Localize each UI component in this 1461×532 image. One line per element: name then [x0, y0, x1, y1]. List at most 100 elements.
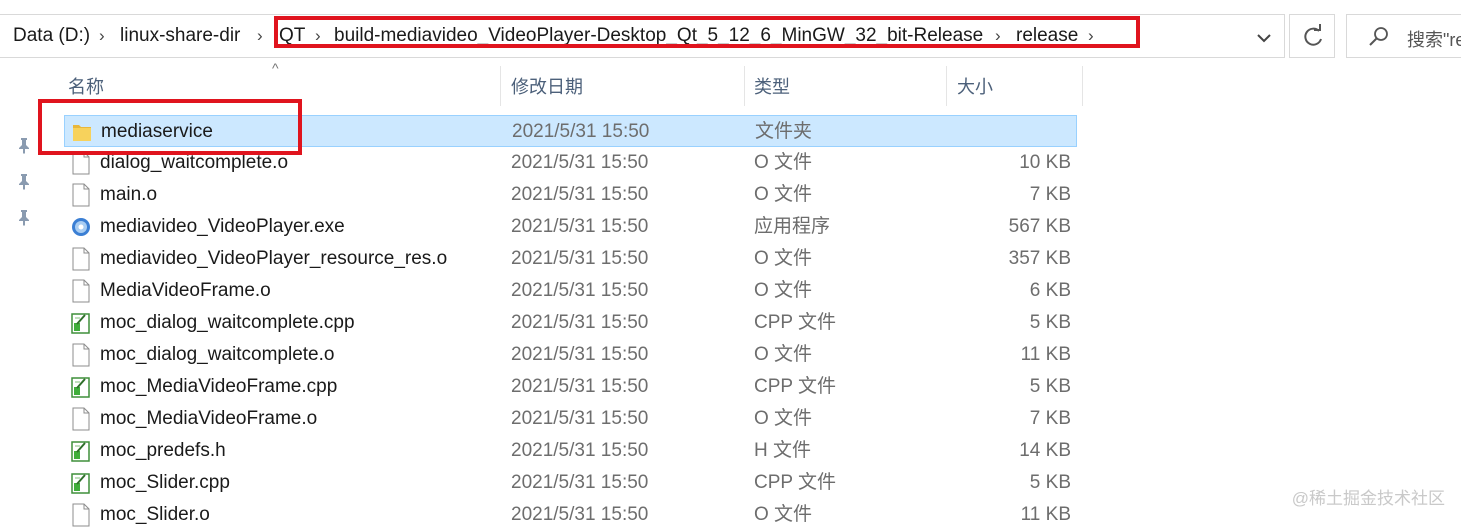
file-row[interactable]: mediaservice 2021/5/31 15:50 文件夹 [64, 115, 1077, 147]
pin-icon[interactable] [15, 208, 33, 226]
file-size: 5 KB [1029, 472, 1071, 493]
file-modified-date: 2021/5/31 15:50 [511, 312, 649, 333]
chevron-right-icon[interactable]: › [315, 24, 321, 48]
file-type: O 文件 [754, 152, 813, 173]
file-name: main.o [100, 184, 158, 205]
file-size: 6 KB [1029, 280, 1071, 301]
file-name: mediavideo_VideoPlayer_resource_res.o [100, 248, 448, 269]
refresh-icon [1304, 24, 1322, 46]
pin-icon[interactable] [15, 136, 33, 154]
file-name: moc_MediaVideoFrame.o [100, 408, 318, 429]
file-row[interactable]: moc_predefs.h 2021/5/31 15:50 H 文件 14 KB [64, 435, 1077, 467]
file-size: 11 KB [1020, 504, 1071, 525]
search-input[interactable]: 搜索"re [1346, 14, 1461, 58]
chevron-down-icon[interactable] [1252, 26, 1276, 50]
search-placeholder: 搜索"re [1407, 30, 1461, 50]
breadcrumb-release[interactable]: release [1016, 24, 1078, 48]
file-name: mediavideo_VideoPlayer.exe [100, 216, 345, 237]
file-type: 应用程序 [754, 216, 831, 237]
exe-icon [71, 215, 91, 239]
file-size: 11 KB [1020, 344, 1071, 365]
column-name[interactable]: 名称 [68, 66, 104, 110]
code-file-icon [71, 311, 91, 335]
file-name: MediaVideoFrame.o [100, 280, 271, 301]
file-icon [71, 407, 91, 431]
file-name: dialog_waitcomplete.o [100, 152, 289, 173]
file-modified-date: 2021/5/31 15:50 [511, 184, 649, 205]
file-icon [71, 151, 91, 175]
file-row[interactable]: moc_MediaVideoFrame.o 2021/5/31 15:50 O 文件… [64, 403, 1077, 435]
file-modified-date: 2021/5/31 15:50 [511, 408, 649, 429]
file-modified-date: 2021/5/31 15:50 [511, 504, 649, 525]
file-row[interactable]: moc_Slider.o 2021/5/31 15:50 O 文件 11 KB [64, 499, 1077, 531]
breadcrumb-drive[interactable]: Data (D:) [13, 24, 90, 48]
file-type: CPP 文件 [754, 472, 837, 493]
file-name: moc_MediaVideoFrame.cpp [100, 376, 338, 397]
code-file-icon [71, 439, 91, 463]
file-size: 7 KB [1029, 184, 1071, 205]
chevron-right-icon[interactable]: › [995, 24, 1001, 48]
file-modified-date: 2021/5/31 15:50 [511, 216, 649, 237]
address-bar[interactable]: Data (D:) › linux-share-dir › QT › build… [0, 14, 1285, 58]
code-file-icon [71, 471, 91, 495]
file-type: 文件夹 [755, 121, 813, 142]
file-row[interactable]: moc_dialog_waitcomplete.o 2021/5/31 15:50… [64, 339, 1077, 371]
sort-up-icon: ^ [272, 60, 279, 76]
file-icon [71, 247, 91, 271]
column-divider[interactable] [500, 66, 501, 106]
chevron-right-icon[interactable]: › [1088, 24, 1094, 48]
file-modified-date: 2021/5/31 15:50 [511, 152, 649, 173]
file-size: 5 KB [1029, 376, 1071, 397]
column-date[interactable]: 修改日期 [511, 66, 583, 110]
pin-icon[interactable] [15, 172, 33, 190]
file-name: moc_Slider.o [100, 504, 210, 525]
column-header: ^ 名称 修改日期 类型 大小 [40, 60, 1083, 110]
file-modified-date: 2021/5/31 15:50 [511, 440, 649, 461]
file-modified-date: 2021/5/31 15:50 [511, 376, 649, 397]
breadcrumb-qt[interactable]: QT [279, 24, 305, 48]
file-type: O 文件 [754, 248, 813, 269]
chevron-right-icon[interactable]: › [99, 24, 105, 48]
breadcrumb-share-dir[interactable]: linux-share-dir [120, 24, 240, 48]
file-row[interactable]: MediaVideoFrame.o 2021/5/31 15:50 O 文件 6 KB [64, 275, 1077, 307]
file-size: 14 KB [1019, 440, 1071, 461]
column-divider[interactable] [946, 66, 947, 106]
chevron-right-icon[interactable]: › [257, 24, 263, 48]
file-icon [71, 279, 91, 303]
file-modified-date: 2021/5/31 15:50 [511, 280, 649, 301]
file-name: moc_Slider.cpp [100, 472, 230, 493]
column-type[interactable]: 类型 [754, 66, 790, 110]
file-size: 10 KB [1019, 152, 1071, 173]
refresh-button[interactable] [1289, 14, 1335, 58]
file-row[interactable]: moc_Slider.cpp 2021/5/31 15:50 CPP 文件 5 KB [64, 467, 1077, 499]
file-modified-date: 2021/5/31 15:50 [512, 121, 650, 142]
file-name: moc_dialog_waitcomplete.o [100, 344, 335, 365]
file-type: O 文件 [754, 408, 813, 429]
file-modified-date: 2021/5/31 15:50 [511, 248, 649, 269]
folder-icon [72, 120, 92, 144]
file-name: moc_dialog_waitcomplete.cpp [100, 312, 355, 333]
file-row[interactable]: moc_dialog_waitcomplete.cpp 2021/5/31 15:… [64, 307, 1077, 339]
toolbar: Data (D:) › linux-share-dir › QT › build… [0, 0, 1461, 72]
file-row[interactable]: moc_MediaVideoFrame.cpp 2021/5/31 15:50 CP… [64, 371, 1077, 403]
file-row[interactable]: mediavideo_VideoPlayer_resource_res.o 202… [64, 243, 1077, 275]
breadcrumb-build-dir[interactable]: build-mediavideo_VideoPlayer-Desktop_Qt_… [334, 24, 983, 48]
file-row[interactable]: main.o 2021/5/31 15:50 O 文件 7 KB [64, 179, 1077, 211]
column-divider[interactable] [744, 66, 745, 106]
file-type: CPP 文件 [754, 376, 837, 397]
column-divider[interactable] [1082, 66, 1083, 106]
column-size[interactable]: 大小 [957, 66, 993, 110]
file-icon [71, 183, 91, 207]
file-row[interactable]: dialog_waitcomplete.o 2021/5/31 15:50 O 文件… [64, 147, 1077, 179]
file-icon [71, 343, 91, 367]
file-size: 5 KB [1029, 312, 1071, 333]
file-modified-date: 2021/5/31 15:50 [511, 344, 649, 365]
file-type: O 文件 [754, 184, 813, 205]
file-size: 567 KB [1008, 216, 1071, 237]
file-modified-date: 2021/5/31 15:50 [511, 472, 649, 493]
file-row[interactable]: mediavideo_VideoPlayer.exe 2021/5/31 15:5… [64, 211, 1077, 243]
file-name: moc_predefs.h [100, 440, 226, 461]
file-type: O 文件 [754, 504, 813, 525]
navigation-pane [0, 72, 40, 513]
file-size: 357 KB [1008, 248, 1071, 269]
